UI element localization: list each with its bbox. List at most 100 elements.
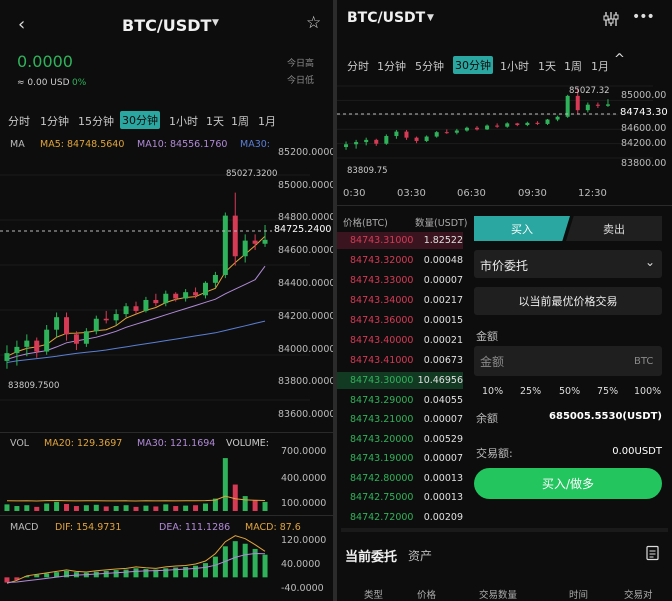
percent-button[interactable]: 100% — [634, 386, 661, 397]
macd-bar — [143, 569, 149, 578]
tab-timeframe[interactable]: 1周 — [564, 58, 582, 74]
ask-qty: 0.00217 — [423, 295, 463, 306]
best-price-button[interactable]: 以当前最优价格交易 — [474, 287, 662, 315]
macd-bar — [232, 541, 238, 578]
candle-body — [585, 104, 590, 111]
candle-body — [252, 240, 258, 244]
triangle-down-icon[interactable]: ▼ — [427, 13, 434, 23]
orderbook-bid-row[interactable]: 84742.72000 0.00209 — [337, 509, 463, 526]
tab-timeframe[interactable]: 1月 — [258, 113, 276, 129]
candle-body — [354, 142, 359, 145]
tab-timeframe-selected[interactable]: 30分钟 — [120, 111, 160, 129]
tab-timeframe[interactable]: 1小时 — [169, 113, 198, 129]
tab-assets[interactable]: 资产 — [408, 547, 432, 564]
candle-body — [113, 314, 119, 321]
percent-button[interactable]: 50% — [559, 386, 580, 397]
order-history-icon[interactable] — [646, 545, 659, 561]
candle-body — [495, 125, 500, 127]
orderbook-bid-row[interactable]: 84742.75000 0.00013 — [337, 489, 463, 506]
ask-qty: 0.00015 — [423, 315, 463, 326]
tab-timeframe[interactable]: 1天 — [538, 58, 556, 74]
price-axis-label: 85000.00 — [621, 90, 667, 101]
candle-body — [163, 293, 169, 304]
candle-body — [4, 353, 10, 361]
chevron-up-icon[interactable]: ^ — [614, 52, 625, 67]
price-axis-label: 83600.0000 — [278, 409, 333, 420]
orderbook-bid-row[interactable]: 84743.20000 0.00529 — [337, 431, 463, 448]
tab-timeframe[interactable]: 1天 — [206, 113, 224, 129]
candle-body — [575, 95, 580, 111]
bid-price: 84742.75000 — [350, 492, 414, 503]
orderbook-ask-row[interactable]: 84743.36000 0.00015 — [337, 312, 463, 329]
last-price: 0.0000 — [17, 52, 73, 71]
bid-price: 84743.30000 — [350, 375, 414, 386]
volume-bar — [123, 505, 129, 511]
ma-title: MA — [10, 139, 25, 150]
bid-price: 84743.20000 — [350, 433, 414, 445]
percent-button[interactable]: 75% — [597, 386, 618, 397]
candle-body — [464, 127, 469, 131]
order-type-value: 市价委托 — [480, 259, 529, 273]
price-axis-label: 84200.0000 — [278, 311, 333, 322]
orderbook-bid-row[interactable]: 84743.19000 0.00007 — [337, 450, 463, 467]
sell-tab[interactable]: 卖出 — [566, 216, 662, 241]
macd-bar — [242, 543, 248, 578]
orderbook-bid-row[interactable]: 84742.80000 0.00013 — [337, 470, 463, 487]
orderbook-bid-row[interactable]: 84743.30000 10.46956 — [337, 372, 463, 389]
tab-timeframe[interactable]: 15分钟 — [78, 113, 114, 129]
time-axis-label: 0:30 — [343, 188, 366, 199]
page-title[interactable]: BTC/USDT — [122, 16, 211, 35]
page-title[interactable]: BTC/USDT — [347, 10, 425, 26]
today-low-label: 今日低 — [287, 76, 315, 86]
tab-timeframe[interactable]: 1分钟 — [40, 113, 69, 129]
percent-button[interactable]: 25% — [520, 386, 541, 397]
candle-body — [133, 306, 139, 311]
back-arrow-icon[interactable]: ‹ — [18, 14, 25, 35]
orderbook-ask-row[interactable]: 84743.34000 0.00217 — [337, 292, 463, 309]
orderbook-bid-row[interactable]: 84743.29000 0.04055 — [337, 392, 463, 409]
volume-bar — [64, 503, 70, 511]
candle-body — [153, 300, 159, 304]
order-type-select[interactable]: 市价委托 ⌄ — [474, 250, 662, 278]
candle-body — [414, 137, 419, 141]
orderbook-ask-row[interactable]: 84743.40000 0.00021 — [337, 332, 463, 349]
tab-timeframe[interactable]: 分时 — [8, 113, 30, 129]
candle-body — [434, 132, 439, 137]
ma5-value: MA5: 84748.5640 — [40, 139, 125, 150]
orderbook-ask-row[interactable]: 84743.41000 0.00673 — [337, 352, 463, 369]
tab-timeframe[interactable]: 5分钟 — [415, 58, 444, 74]
orderbook-bid-row[interactable]: 84743.21000 0.00007 — [337, 411, 463, 428]
triangle-down-icon[interactable]: ▼ — [212, 18, 219, 28]
orderbook-ask-row[interactable]: 84743.32000 0.00048 — [337, 252, 463, 269]
bid-qty: 0.04055 — [423, 394, 463, 406]
star-icon[interactable]: ☆ — [306, 13, 321, 33]
submit-buy-button[interactable]: 买入/做多 — [474, 468, 662, 499]
ask-qty: 0.00673 — [423, 355, 463, 366]
buy-tab[interactable]: 买入 — [474, 216, 570, 241]
tab-timeframe[interactable]: 1月 — [591, 58, 609, 74]
amount-input[interactable]: 金额 BTC — [474, 346, 662, 376]
tab-timeframe[interactable]: 1分钟 — [377, 58, 406, 74]
volume-bar — [183, 505, 189, 511]
tab-timeframe-selected[interactable]: 30分钟 — [453, 56, 493, 74]
chart-settings-icon[interactable] — [603, 11, 619, 27]
tab-timeframe[interactable]: 1小时 — [500, 58, 529, 74]
balance-label: 余额 — [476, 412, 498, 425]
percent-button[interactable]: 10% — [482, 386, 503, 397]
macd-bar — [212, 556, 218, 578]
tab-timeframe[interactable]: 1周 — [231, 113, 249, 129]
high-annotation: 85027.3200 — [226, 169, 278, 179]
tab-timeframe[interactable]: 分时 — [347, 58, 369, 74]
orderbook-ask-row[interactable]: 84743.33000 0.00007 — [337, 272, 463, 289]
price-axis-label: 84400.0000 — [278, 278, 333, 289]
more-icon[interactable]: ••• — [632, 9, 655, 25]
macd-bar — [202, 563, 208, 578]
candle-body — [64, 317, 70, 335]
divider — [337, 205, 672, 206]
candle-body — [475, 127, 479, 130]
orderbook-ask-row[interactable]: 84743.31000 1.82522 — [337, 232, 463, 249]
candle-body — [123, 306, 129, 315]
chevron-down-icon: ⌄ — [645, 255, 656, 269]
bid-qty: 0.00013 — [423, 472, 463, 484]
tab-current-orders[interactable]: 当前委托 — [345, 546, 397, 565]
